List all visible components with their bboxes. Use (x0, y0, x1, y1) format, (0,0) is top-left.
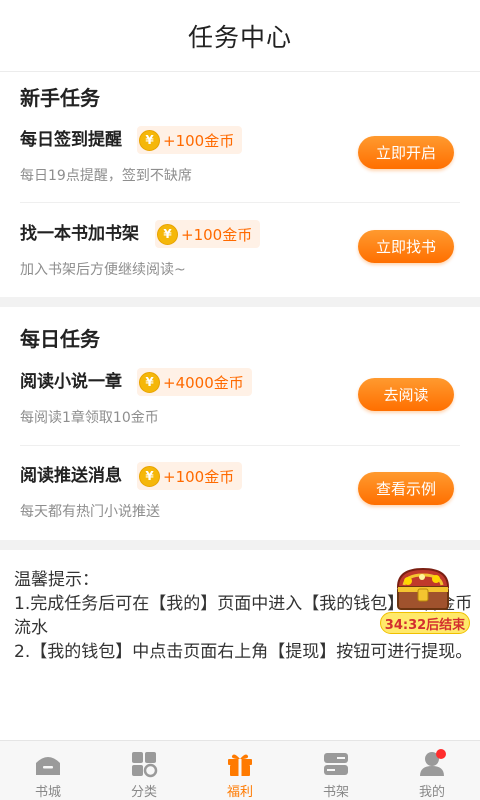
reward-text: +100金币 (163, 131, 235, 150)
task-item: 阅读小说一章 ¥ +4000金币 每阅读1章领取10金币 去阅读 (0, 368, 480, 463)
reward-badge: ¥ +100金币 (137, 126, 243, 154)
coin-icon: ¥ (139, 129, 160, 151)
category-icon (132, 752, 158, 778)
section-title: 新手任务 (20, 86, 100, 110)
task-item: 阅读推送消息 ¥ +100金币 每天都有热门小说推送 查看示例 (0, 462, 480, 557)
task-name: 阅读小说一章 (20, 372, 122, 392)
view-example-button[interactable]: 查看示例 (358, 472, 454, 505)
reward-text: +4000金币 (163, 373, 244, 392)
task-name: 找一本书加书架 (20, 224, 139, 244)
task-description: 加入书架后方便继续阅读~ (20, 262, 186, 278)
tab-bookstore[interactable]: 书城 (0, 741, 96, 800)
task-item: 每日签到提醒 ¥ +100金币 每日19点提醒，签到不缺席 立即开启 (0, 126, 480, 221)
enable-reminder-button[interactable]: 立即开启 (358, 136, 454, 169)
tab-label: 分类 (130, 785, 157, 800)
reward-text: +100金币 (163, 467, 235, 486)
reward-text: +100金币 (181, 225, 253, 244)
app-header: 任务中心 (0, 0, 480, 72)
tab-welfare[interactable]: 福利 (192, 741, 288, 800)
find-book-button[interactable]: 立即找书 (358, 230, 454, 263)
treasure-chest-widget[interactable]: 34:32后结束 (380, 565, 472, 635)
task-description: 每日19点提醒，签到不缺席 (20, 168, 192, 184)
divider (20, 445, 460, 446)
tab-label: 福利 (226, 785, 253, 800)
notification-badge (436, 749, 446, 759)
tab-category[interactable]: 分类 (96, 741, 192, 800)
page-title: 任务中心 (187, 22, 292, 52)
divider (20, 202, 460, 203)
coin-icon: ¥ (157, 223, 178, 245)
reward-badge: ¥ +100金币 (137, 462, 243, 490)
bookstore-icon (36, 757, 60, 775)
tab-label: 书城 (34, 785, 61, 800)
section-title: 每日任务 (20, 327, 100, 351)
gift-icon (228, 754, 252, 776)
task-description: 每天都有热门小说推送 (20, 504, 160, 520)
daily-tasks-section: 每日任务 阅读小说一章 ¥ +4000金币 每阅读1章领取10金币 去阅读 阅读… (0, 307, 480, 540)
reward-badge: ¥ +100金币 (155, 220, 261, 248)
tab-label: 我的 (418, 785, 445, 800)
tab-label: 书架 (322, 785, 349, 800)
task-name: 阅读推送消息 (20, 466, 122, 486)
task-name: 每日签到提醒 (20, 130, 122, 150)
countdown-timer: 34:32后结束 (380, 612, 470, 634)
tips-line-2: 2.【我的钱包】中点击页面右上角【提现】按钮可进行提现。 (14, 642, 473, 662)
bookshelf-icon (324, 753, 348, 775)
reward-badge: ¥ +4000金币 (137, 368, 252, 396)
treasure-chest-icon (396, 567, 450, 610)
go-read-button[interactable]: 去阅读 (358, 378, 454, 411)
task-description: 每阅读1章领取10金币 (20, 410, 159, 426)
tab-profile[interactable]: 我的 (384, 741, 480, 800)
coin-icon: ¥ (139, 465, 160, 487)
newbie-tasks-section: 新手任务 每日签到提醒 ¥ +100金币 每日19点提醒，签到不缺席 立即开启 … (0, 72, 480, 297)
task-item: 找一本书加书架 ¥ +100金币 加入书架后方便继续阅读~ 立即找书 (0, 220, 480, 315)
coin-icon: ¥ (139, 371, 160, 393)
tab-bookshelf[interactable]: 书架 (288, 741, 384, 800)
bottom-tab-bar: 书城 分类 福利 书架 我的 (0, 740, 480, 800)
